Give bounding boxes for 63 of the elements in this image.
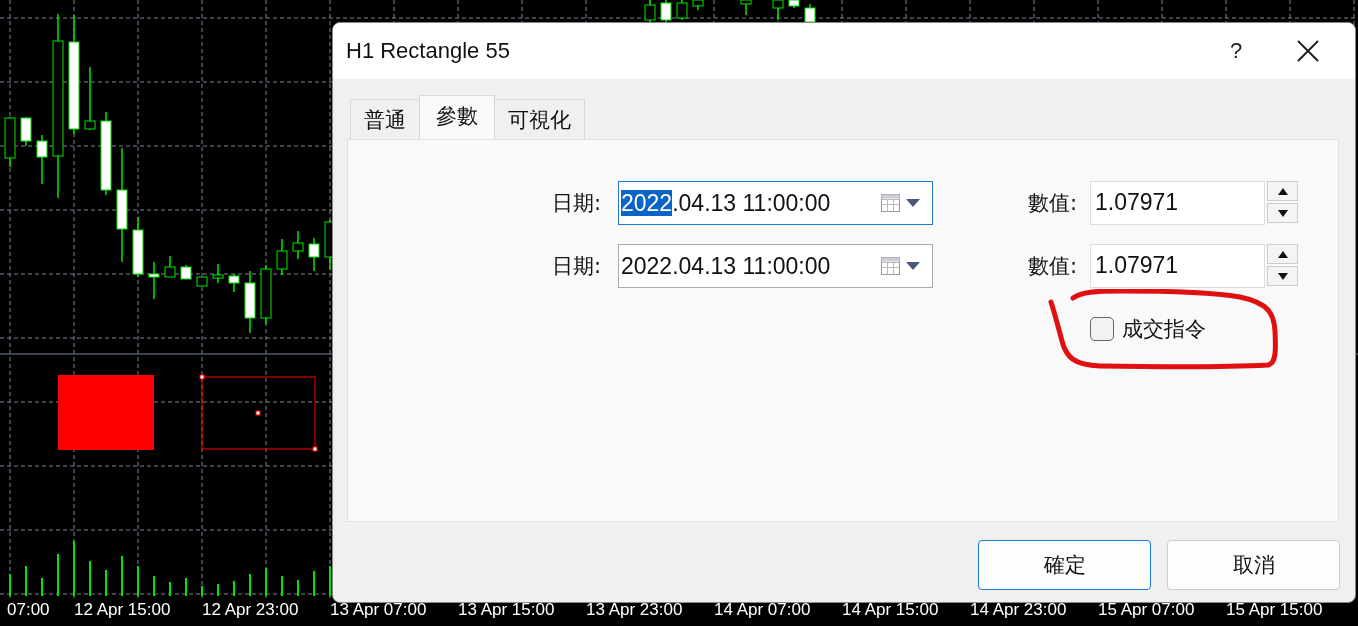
down-arrow-icon — [1277, 272, 1288, 280]
datetime-field[interactable]: 2022.04.13 11:00:00 — [618, 181, 933, 225]
time-axis-label: 14 Apr 15:00 — [842, 600, 939, 620]
spin-up-button[interactable] — [1267, 244, 1298, 264]
tab[interactable]: 參數 — [419, 95, 495, 139]
candle — [260, 264, 272, 325]
time-axis-label: 15 Apr 07:00 — [1098, 600, 1195, 620]
candle — [692, 0, 704, 11]
candle — [228, 273, 240, 293]
caret-icon — [906, 261, 920, 271]
candle — [20, 116, 32, 147]
date-label: 日期: — [550, 253, 602, 280]
candle — [292, 230, 304, 260]
candle — [740, 0, 752, 16]
caret-icon — [906, 198, 920, 208]
candle — [308, 237, 320, 272]
candle — [4, 116, 16, 168]
candle — [180, 264, 192, 280]
spin-down-button[interactable] — [1267, 266, 1298, 286]
time-axis-label: 14 Apr 23:00 — [970, 600, 1067, 620]
candle — [644, 0, 656, 23]
candle — [212, 263, 224, 284]
candle — [36, 134, 48, 185]
candle — [148, 261, 160, 300]
time-axis-label: 13 Apr 23:00 — [586, 600, 683, 620]
date-label: 日期: — [550, 190, 602, 217]
value-field[interactable]: 1.07971 — [1090, 181, 1265, 225]
value-field[interactable]: 1.07971 — [1090, 244, 1265, 288]
time-axis-label: 12 Apr 23:00 — [202, 600, 299, 620]
candle — [132, 216, 144, 278]
candle — [164, 255, 176, 278]
spin-down-button[interactable] — [1267, 203, 1298, 223]
candle — [276, 238, 288, 276]
candle — [676, 0, 688, 21]
value-label: 數值: — [1026, 253, 1078, 280]
checkbox-label: 成交指令 — [1122, 316, 1206, 343]
candle — [196, 276, 208, 287]
candle — [244, 270, 256, 334]
tab[interactable]: 可視化 — [494, 99, 585, 139]
tab[interactable]: 普通 — [350, 99, 420, 139]
window-title: H1 Rectangle 55 — [346, 38, 511, 64]
help-button[interactable]: ? — [1223, 38, 1249, 64]
time-axis-label: 15 Apr 15:00 — [1226, 600, 1323, 620]
candle — [772, 0, 784, 21]
up-arrow-icon — [1277, 187, 1288, 195]
ok-button[interactable]: 確定 — [978, 540, 1151, 590]
candle — [788, 0, 800, 9]
up-arrow-icon — [1277, 250, 1288, 258]
close-icon[interactable] — [1297, 40, 1319, 62]
cancel-button[interactable]: 取消 — [1167, 540, 1340, 590]
datetime-field[interactable]: 2022.04.13 11:00:00 — [618, 244, 933, 288]
calendar-icon[interactable] — [880, 192, 902, 214]
time-axis-label: 13 Apr 07:00 — [330, 600, 427, 620]
time-axis-label: 12 Apr 15:00 — [74, 600, 171, 620]
spin-up-button[interactable] — [1267, 181, 1298, 201]
checkbox[interactable] — [1090, 317, 1114, 341]
time-axis-label: 13 Apr 15:00 — [458, 600, 555, 620]
time-axis-label: 14 Apr 07:00 — [714, 600, 811, 620]
down-arrow-icon — [1277, 209, 1288, 217]
value-label: 數值: — [1026, 190, 1078, 217]
time-axis-label: 07:00 — [7, 600, 50, 620]
calendar-icon[interactable] — [880, 255, 902, 277]
candle — [84, 66, 96, 131]
